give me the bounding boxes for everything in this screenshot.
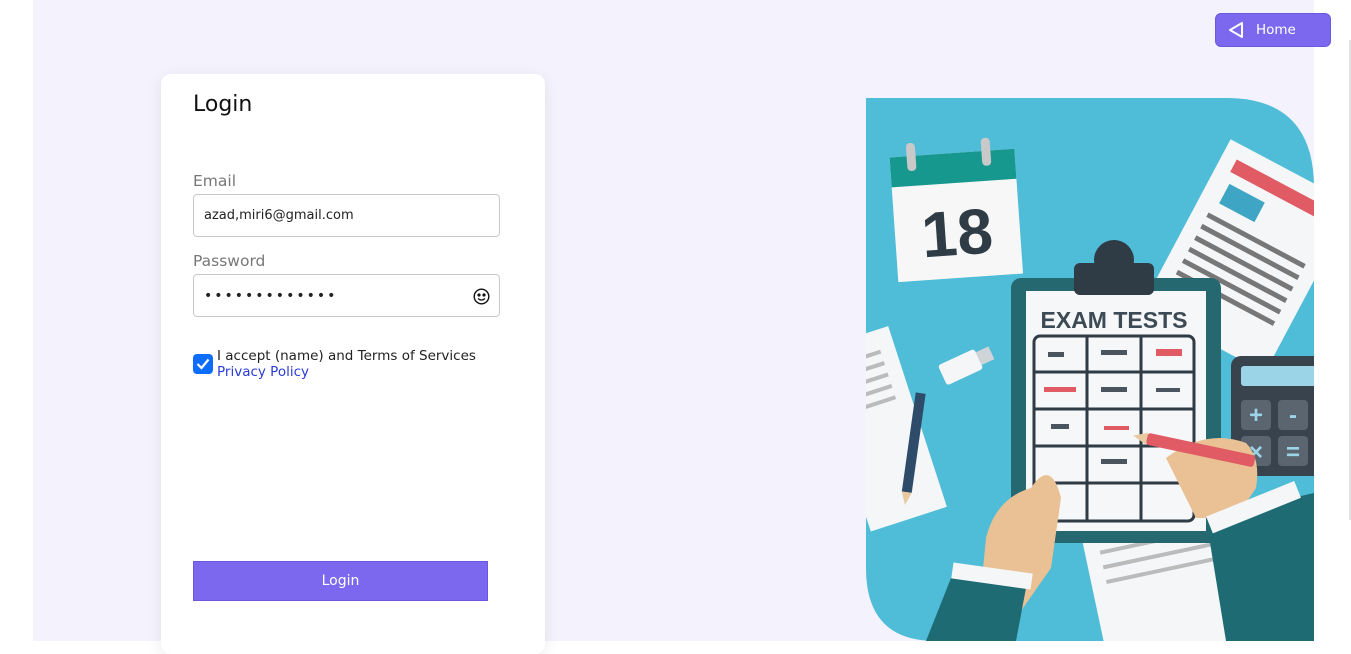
exam-tests-illustration: 18 + - × = EXAM TESTS <box>866 98 1314 641</box>
clipboard-title: EXAM TESTS <box>1041 307 1188 333</box>
login-button[interactable]: Login <box>193 561 488 601</box>
email-field[interactable]: azad,miri6@gmail.com <box>193 194 500 237</box>
email-value: azad,miri6@gmail.com <box>204 208 354 223</box>
email-label: Email <box>193 172 237 190</box>
home-button[interactable]: Home <box>1215 13 1331 47</box>
login-title: Login <box>193 92 253 117</box>
login-card: Login Email azad,miri6@gmail.com Passwor… <box>161 74 545 654</box>
svg-text:-: - <box>1289 402 1297 429</box>
password-label: Password <box>193 252 266 270</box>
password-value: ••••••••••••• <box>204 287 338 304</box>
privacy-policy-link[interactable]: Privacy Policy <box>217 364 476 380</box>
terms-text: I accept (name) and Terms of Services <box>217 348 476 364</box>
right-gutter <box>1314 0 1351 641</box>
svg-text:+: + <box>1249 402 1263 429</box>
terms-checkbox[interactable] <box>193 354 213 374</box>
terms-text-block: I accept (name) and Terms of Services Pr… <box>217 348 476 380</box>
password-field[interactable]: ••••••••••••• <box>193 274 500 317</box>
triangle-left-icon <box>1228 21 1244 39</box>
calendar-day: 18 <box>919 195 995 272</box>
show-password-icon[interactable] <box>473 288 490 305</box>
checkmark-icon <box>196 358 210 370</box>
svg-text:=: = <box>1286 439 1300 466</box>
home-button-label: Home <box>1256 22 1296 38</box>
